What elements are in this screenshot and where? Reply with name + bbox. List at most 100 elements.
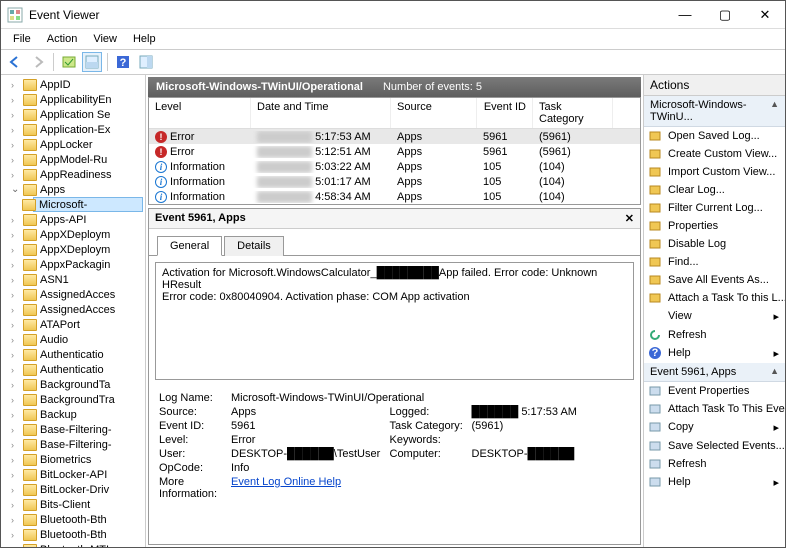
menu-help[interactable]: Help — [125, 31, 164, 47]
tree-item-apps[interactable]: Apps — [1, 182, 145, 197]
tree-item[interactable]: ›Authenticatio — [1, 347, 145, 362]
action-item[interactable]: Create Custom View... — [644, 145, 785, 163]
tab-details[interactable]: Details — [224, 236, 284, 256]
action-refresh[interactable]: Refresh — [644, 326, 785, 344]
action-item[interactable]: Import Custom View... — [644, 163, 785, 181]
action-item[interactable]: Attach Task To This Eve... — [644, 400, 785, 418]
tree-item[interactable]: ›AssignedAcces — [1, 287, 145, 302]
event-row[interactable]: iInformation 00/00/0000 5:01:17 AM Apps … — [149, 174, 640, 189]
chevron-up-icon[interactable]: ▲ — [770, 366, 779, 378]
task-icon — [648, 291, 662, 305]
close-button[interactable]: ✕ — [745, 1, 785, 29]
tree-item[interactable]: ›AppReadiness — [1, 167, 145, 182]
action-item[interactable]: Clear Log... — [644, 181, 785, 199]
tree-item[interactable]: ›BackgroundTa — [1, 377, 145, 392]
folder-icon — [23, 274, 37, 286]
menu-action[interactable]: Action — [39, 31, 86, 47]
event-row[interactable]: !Error 00/00/0000 5:17:53 AM Apps 5961 (… — [149, 129, 640, 144]
app-icon — [7, 7, 23, 23]
tree-item[interactable]: ›AppxPackagin — [1, 257, 145, 272]
folder-icon — [23, 184, 37, 196]
tree-item[interactable]: ›AppXDeploym — [1, 227, 145, 242]
prop-user: DESKTOP-██████\TestUser — [231, 448, 390, 460]
folder-icon — [23, 394, 37, 406]
tree-item-selected[interactable]: Microsoft- — [33, 197, 143, 212]
event-row[interactable]: iInformation 00/00/0000 5:03:22 AM Apps … — [149, 159, 640, 174]
tree-item[interactable]: ›Authenticatio — [1, 362, 145, 377]
tree-item[interactable]: ›Application-Ex — [1, 122, 145, 137]
tree-item[interactable]: ›Base-Filtering- — [1, 437, 145, 452]
chevron-up-icon[interactable]: ▲ — [770, 99, 779, 123]
col-level[interactable]: Level — [149, 98, 251, 128]
col-datetime[interactable]: Date and Time — [251, 98, 391, 128]
action-item[interactable]: Save All Events As... — [644, 271, 785, 289]
action-help[interactable]: ?Help▸ — [644, 344, 785, 363]
action-item[interactable]: Help▸ — [644, 473, 785, 492]
nav-back-button[interactable] — [5, 52, 25, 72]
col-eventid[interactable]: Event ID — [477, 98, 533, 128]
folder-icon — [23, 79, 37, 91]
tree-item[interactable]: ›BackgroundTra — [1, 392, 145, 407]
tree-item[interactable]: ›Application Se — [1, 107, 145, 122]
tree-item[interactable]: ›Base-Filtering- — [1, 422, 145, 437]
minimize-button[interactable]: — — [665, 1, 705, 29]
event-row[interactable]: !Error 00/00/0000 5:12:51 AM Apps 5961 (… — [149, 144, 640, 159]
info-icon: i — [155, 176, 167, 188]
col-source[interactable]: Source — [391, 98, 477, 128]
menu-file[interactable]: File — [5, 31, 39, 47]
actions-section-event: Event 5961, Apps▲ — [644, 363, 785, 382]
tree-item[interactable]: ›Bits-Client — [1, 497, 145, 512]
online-help-link[interactable]: Event Log Online Help — [231, 476, 341, 488]
tree-item[interactable]: ›Audio — [1, 332, 145, 347]
action-item[interactable]: Properties — [644, 217, 785, 235]
toolbar-pane-icon[interactable] — [136, 52, 156, 72]
toolbar-help-icon[interactable]: ? — [113, 52, 133, 72]
action-item[interactable]: Copy▸ — [644, 418, 785, 437]
nav-forward-button[interactable] — [28, 52, 48, 72]
action-item[interactable]: Refresh — [644, 455, 785, 473]
action-icon — [648, 457, 662, 471]
event-row[interactable]: iInformation 00/00/0000 4:58:34 AM Apps … — [149, 189, 640, 204]
action-item[interactable]: Save Selected Events... — [644, 437, 785, 455]
menu-view[interactable]: View — [85, 31, 125, 47]
tree-item[interactable]: ›Bluetooth-Bth — [1, 527, 145, 542]
tree-item[interactable]: ›ApplicabilityEn — [1, 92, 145, 107]
tree-item[interactable]: ›AppID — [1, 77, 145, 92]
folder-icon — [23, 94, 37, 106]
tree-panel[interactable]: ›AppID›ApplicabilityEn›Application Se›Ap… — [1, 75, 146, 547]
folder-icon — [23, 259, 37, 271]
folder-icon — [23, 439, 37, 451]
toolbar-action-icon[interactable] — [59, 52, 79, 72]
action-icon — [648, 439, 662, 453]
tree-item[interactable]: ›ASN1 — [1, 272, 145, 287]
tree-item[interactable]: ›AppModel-Ru — [1, 152, 145, 167]
maximize-button[interactable]: ▢ — [705, 1, 745, 29]
tree-item[interactable]: ›Backup — [1, 407, 145, 422]
action-item[interactable]: Find... — [644, 253, 785, 271]
action-item[interactable]: Open Saved Log... — [644, 127, 785, 145]
tree-item[interactable]: ›ATAPort — [1, 317, 145, 332]
action-item[interactable]: Filter Current Log... — [644, 199, 785, 217]
prop-logged: ██████ 5:17:53 AM — [472, 406, 631, 418]
action-item[interactable]: Attach a Task To this L... — [644, 289, 785, 307]
tree-item[interactable]: ›AppLocker — [1, 137, 145, 152]
action-item[interactable]: Disable Log — [644, 235, 785, 253]
tree-item[interactable]: ›Bluetooth-Bth — [1, 512, 145, 527]
tab-general[interactable]: General — [157, 236, 222, 256]
action-item[interactable]: Event Properties — [644, 382, 785, 400]
action-view[interactable]: View▸ — [644, 307, 785, 326]
folder-icon — [23, 484, 37, 496]
action-icon — [648, 384, 662, 398]
col-task[interactable]: Task Category — [533, 98, 613, 128]
toolbar-preview-icon[interactable] — [82, 52, 102, 72]
folder-icon — [23, 529, 37, 541]
tree-item[interactable]: ›Apps-API — [1, 212, 145, 227]
tree-item[interactable]: ›AppXDeploym — [1, 242, 145, 257]
tree-item[interactable]: ›Bluetooth-MTI — [1, 542, 145, 547]
tree-item[interactable]: ›AssignedAcces — [1, 302, 145, 317]
tree-item[interactable]: ›Biometrics — [1, 452, 145, 467]
tree-item[interactable]: ›BitLocker-Driv — [1, 482, 145, 497]
detail-close-icon[interactable]: ✕ — [625, 212, 634, 225]
tree-item[interactable]: ›BitLocker-API — [1, 467, 145, 482]
funnel-icon — [648, 201, 662, 215]
